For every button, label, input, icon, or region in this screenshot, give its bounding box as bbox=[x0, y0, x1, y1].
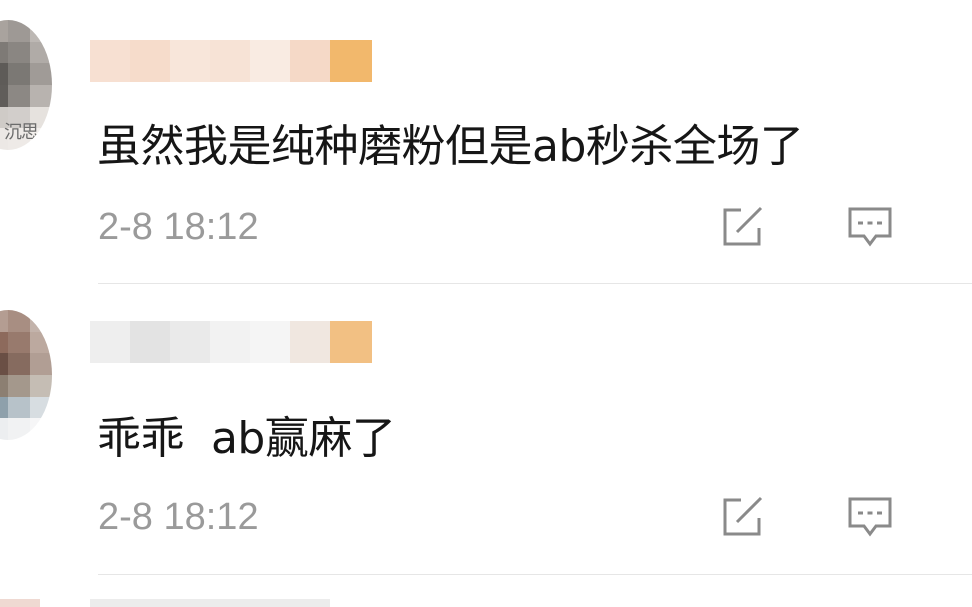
avatar-pixelated bbox=[0, 310, 52, 440]
username-blurred[interactable] bbox=[90, 40, 372, 82]
avatar[interactable] bbox=[0, 310, 52, 440]
comment-list: 沉思 虽然我是纯种磨粉但是ab秒杀全场了 2-8 18:12 乖乖 ab赢麻了 … bbox=[0, 0, 972, 607]
share-edit-icon bbox=[723, 206, 763, 246]
share-button[interactable] bbox=[718, 203, 766, 251]
comment-time: 2-8 18:12 bbox=[98, 496, 259, 538]
comment-bubble-icon bbox=[848, 497, 892, 537]
comment-item: 沉思 虽然我是纯种磨粉但是ab秒杀全场了 2-8 18:12 bbox=[0, 0, 972, 290]
comment-time: 2-8 18:12 bbox=[98, 206, 259, 248]
comment-text: 虽然我是纯种磨粉但是ab秒杀全场了 bbox=[97, 121, 804, 172]
avatar-overlay-text: 沉思 bbox=[4, 122, 39, 143]
reply-button[interactable] bbox=[846, 203, 894, 251]
comment-text: 乖乖 ab赢麻了 bbox=[97, 413, 396, 464]
username-blurred[interactable] bbox=[90, 321, 372, 363]
comment-item: 乖乖 ab赢麻了 2-8 18:12 bbox=[0, 290, 972, 580]
divider bbox=[98, 283, 972, 284]
comment-bubble-icon bbox=[848, 207, 892, 247]
reply-button[interactable] bbox=[846, 493, 894, 541]
next-comment-partial bbox=[0, 599, 972, 607]
divider bbox=[98, 574, 972, 575]
avatar[interactable]: 沉思 bbox=[0, 20, 52, 150]
share-button[interactable] bbox=[718, 493, 766, 541]
share-edit-icon bbox=[723, 496, 763, 536]
